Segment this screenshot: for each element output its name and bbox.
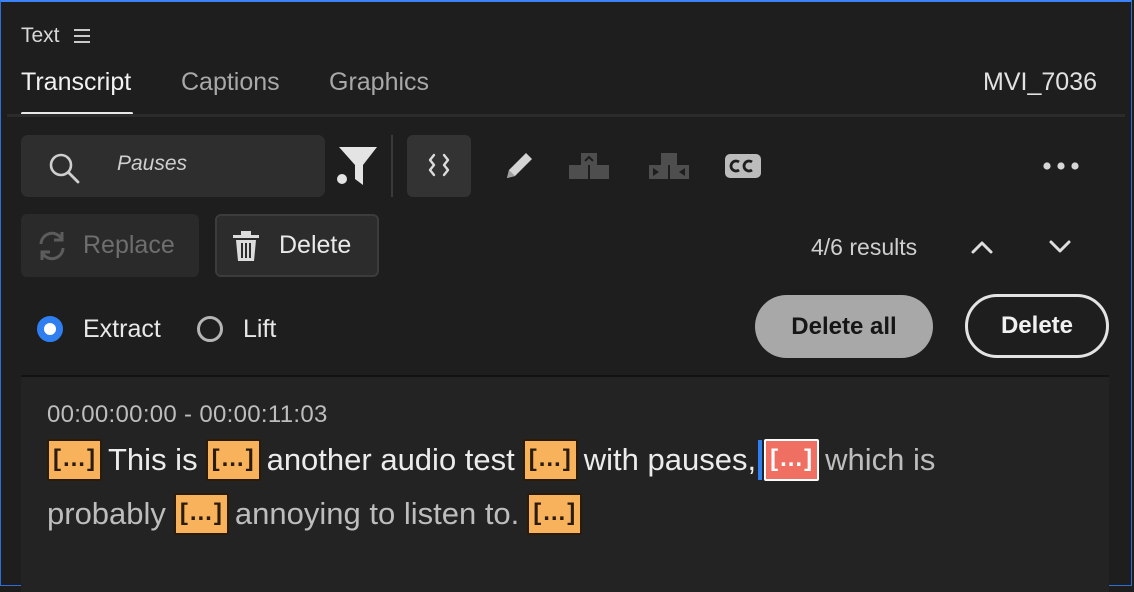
transcript-text[interactable]: This is [108,442,198,478]
extract-label: Extract [83,314,161,343]
merge-segments-icon [569,153,609,179]
pause-marker[interactable]: […] [47,439,102,481]
tab-bar: Transcript Captions Graphics [1,64,1133,115]
pause-marker[interactable]: […] [527,493,583,535]
search-icon [49,153,80,184]
delete-all-button[interactable]: Delete all [755,295,933,358]
extract-option[interactable]: Extract [37,312,161,346]
merge-segments-button[interactable] [557,135,621,197]
pause-marker[interactable]: […] [522,439,578,481]
text-cursor [758,440,763,480]
captions-button[interactable] [711,135,775,197]
panel-title: Text [21,24,60,47]
filter-icon[interactable] [335,143,379,189]
panel-header: Text [21,22,90,50]
edit-button[interactable] [487,135,551,197]
search-field[interactable]: Pauses [21,135,325,197]
next-result-icon[interactable] [1047,238,1073,256]
replace-button[interactable]: Replace [21,214,199,277]
delete-search-results-button[interactable]: Delete [215,214,379,277]
transcript-line: […] This is […] another audio test […] w… [47,439,935,481]
delete-label: Delete [279,231,352,259]
tab-transcript[interactable]: Transcript [21,68,131,97]
segment-timecode: 00:00:00:00 - 00:00:11:03 [47,401,328,428]
previous-result-icon[interactable] [969,238,995,256]
clip-name: MVI_7036 [983,68,1097,96]
extract-radio[interactable] [37,316,63,342]
closed-captions-icon [725,154,761,178]
pause-marker[interactable]: […] [173,493,229,535]
refresh-icon [39,231,65,260]
transcript-text[interactable]: annoying to listen to. [235,496,519,532]
lift-option[interactable]: Lift [197,312,276,346]
replace-label: Replace [83,231,175,259]
tab-graphics[interactable]: Graphics [329,68,429,97]
search-input[interactable]: Pauses [117,152,187,176]
transcript-text[interactable]: with pauses, [584,442,756,478]
transcript-text[interactable]: another audio test [267,442,515,478]
transcript-line: probably […] annoying to listen to. […] [47,493,588,535]
split-segment-button[interactable] [637,135,701,197]
transcript-segment[interactable]: 00:00:00:00 - 00:00:11:03 […] This is […… [21,375,1109,592]
delete-button[interactable]: Delete [965,294,1109,358]
pauses-toggle-icon [428,153,450,177]
pause-marker-current[interactable]: […] [764,439,820,481]
more-icon[interactable] [1037,152,1085,180]
divider [7,114,1125,117]
hamburger-menu-icon[interactable] [73,29,90,43]
toolbar-divider [391,135,393,197]
text-panel: Text Transcript Captions Graphics MVI_70… [0,0,1133,592]
pauses-toggle-button[interactable] [407,135,471,197]
results-count: 4/6 results [811,234,918,260]
lift-label: Lift [243,314,277,343]
transcript-text[interactable]: which is [825,442,935,478]
transcript-text[interactable]: probably [47,496,166,532]
pause-marker[interactable]: […] [205,439,261,481]
lift-radio[interactable] [197,316,223,342]
tab-captions[interactable]: Captions [181,68,280,97]
split-segment-icon [649,153,689,179]
pencil-icon [507,153,532,178]
trash-icon [233,230,259,261]
